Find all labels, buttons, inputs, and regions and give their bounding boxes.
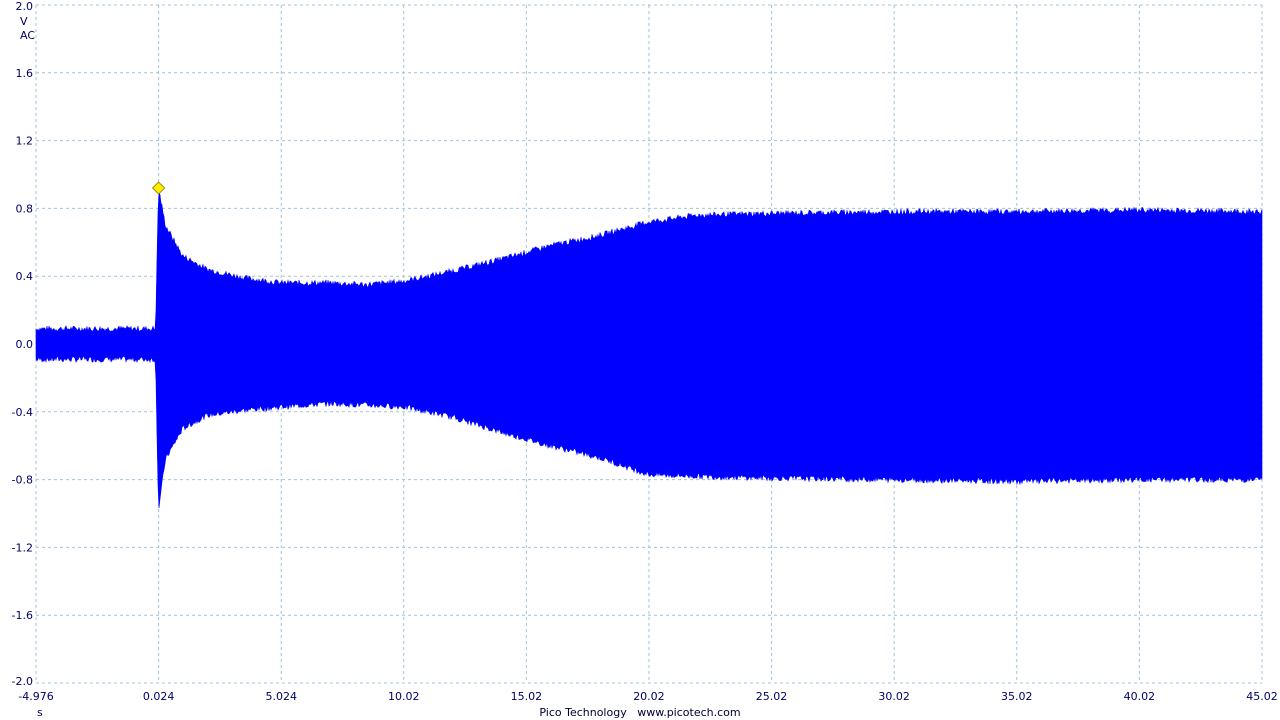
y-tick-label: 2.0 — [16, 0, 34, 13]
x-tick-label: 5.024 — [265, 690, 297, 703]
x-tick-label: 40.02 — [1124, 690, 1156, 703]
trigger-marker-icon[interactable] — [151, 181, 166, 195]
x-tick-label: 15.02 — [511, 690, 543, 703]
oscilloscope-chart: 2.0 1.6 1.2 0.8 0.4 0.0 -0.4 -0.8 -1.2 -1.6 -2.0 -… — [12, 0, 1278, 719]
y-tick-label: 0.8 — [16, 202, 34, 215]
x-tick-label: 30.02 — [878, 690, 910, 703]
x-tick-label: 10.02 — [388, 690, 420, 703]
x-tick-label: 25.02 — [756, 690, 788, 703]
trigger-marker-group — [151, 181, 166, 195]
x-tick-label: 20.02 — [633, 690, 665, 703]
x-tick-label: -4.976 — [18, 690, 53, 703]
x-tick-label: 0.024 — [143, 690, 175, 703]
y-axis-coupling: AC — [20, 29, 35, 42]
footer: Pico Technology www.picotech.com — [0, 706, 1280, 719]
y-tick-label: 0.4 — [16, 270, 34, 283]
footer-url: www.picotech.com — [637, 706, 741, 719]
waveform-envelope — [35, 191, 1263, 509]
y-tick-label: -1.2 — [12, 541, 33, 554]
x-tick-label: 45.02 — [1246, 690, 1278, 703]
y-tick-label: -1.6 — [12, 609, 33, 622]
y-tick-label: 1.2 — [16, 135, 34, 148]
y-tick-label: -0.8 — [12, 474, 33, 487]
x-axis-ticks: -4.976 0.024 5.024 10.02 15.02 20.02 25.02 30.0… — [18, 690, 1277, 703]
footer-brand: Pico Technology — [539, 706, 627, 719]
waveform-group — [35, 191, 1263, 509]
y-tick-label: 1.6 — [16, 67, 34, 80]
x-tick-label: 35.02 — [1001, 690, 1033, 703]
y-axis-unit: V — [20, 15, 28, 28]
y-tick-label: 0.0 — [16, 338, 34, 351]
y-tick-label: -2.0 — [12, 675, 33, 688]
y-tick-label: -0.4 — [12, 406, 33, 419]
y-axis-ticks: 2.0 1.6 1.2 0.8 0.4 0.0 -0.4 -0.8 -1.2 -1.6 -2.0 — [12, 0, 33, 688]
